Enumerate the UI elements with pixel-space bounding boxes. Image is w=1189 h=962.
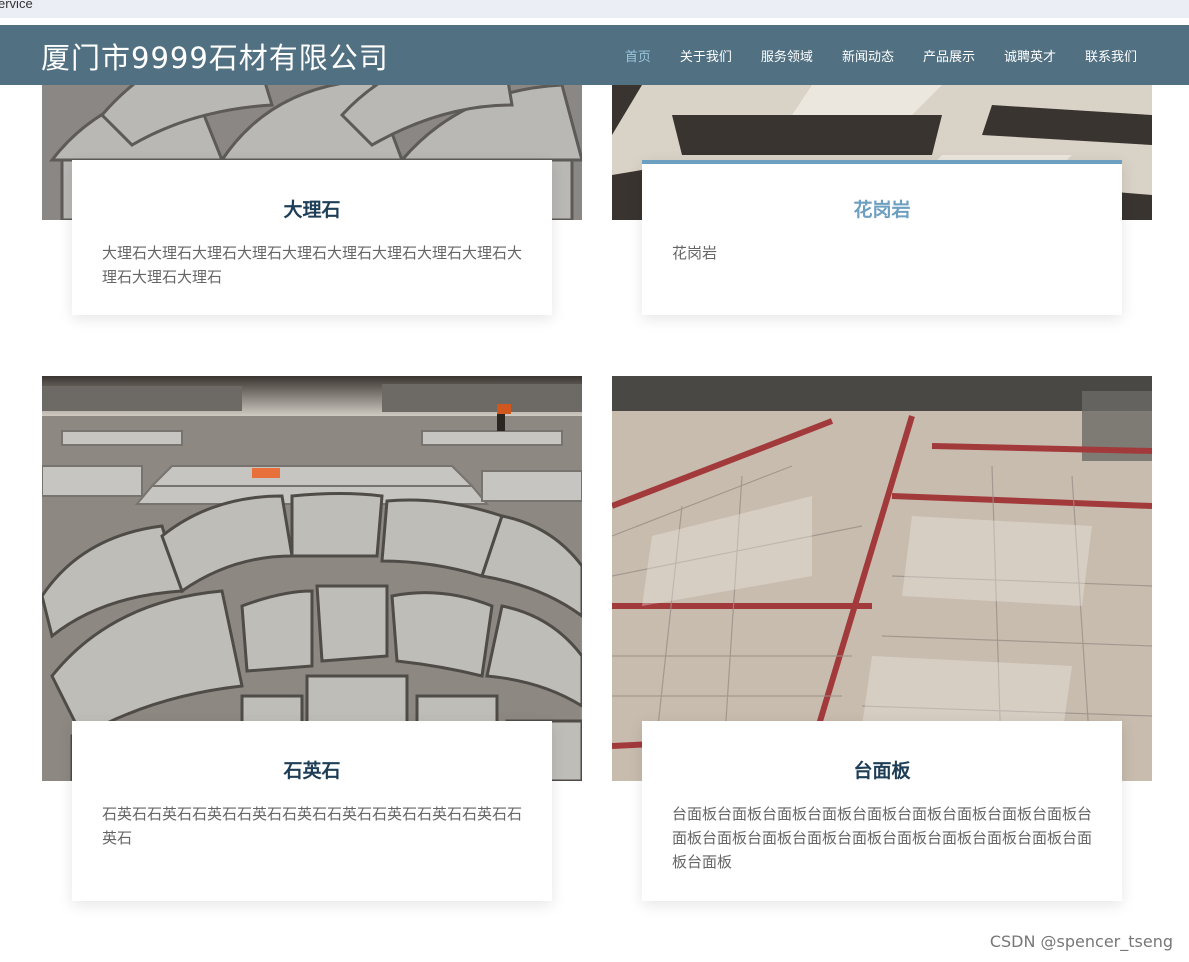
product-title[interactable]: 台面板	[672, 756, 1092, 783]
product-description: 台面板台面板台面板台面板台面板台面板台面板台面板台面板台面板台面板台面板台面板台…	[672, 805, 1093, 871]
product-description: 大理石大理石大理石大理石大理石大理石大理石大理石大理石大理石大理石大理石	[102, 244, 523, 286]
product-title[interactable]: 大理石	[102, 195, 522, 222]
nav-item-about[interactable]: 关于我们	[680, 46, 732, 65]
nav-item-home[interactable]: 首页	[625, 46, 651, 65]
nav-item-products[interactable]: 产品展示	[923, 46, 975, 65]
product-card-countertop[interactable]: 台面板 台面板台面板台面板台面板台面板台面板台面板台面板台面板台面板台面板台面板…	[642, 721, 1122, 901]
product-card-granite[interactable]: 花岗岩 花岗岩	[642, 160, 1122, 315]
nav-menu: 首页 关于我们 服务领域 新闻动态 产品展示 诚聘英才 联系我们	[596, 25, 1137, 85]
main-navbar: 厦门市9999石材有限公司 首页 关于我们 服务领域 新闻动态 产品展示 诚聘英…	[0, 25, 1189, 85]
csdn-watermark: CSDN @spencer_tseng	[989, 932, 1173, 951]
top-strip-text: ervice	[0, 0, 33, 11]
site-brand[interactable]: 厦门市9999石材有限公司	[41, 35, 389, 77]
nav-item-careers[interactable]: 诚聘英才	[1004, 46, 1056, 65]
product-title[interactable]: 花岗岩	[672, 195, 1092, 222]
product-title[interactable]: 石英石	[102, 756, 522, 783]
nav-item-services[interactable]: 服务领域	[761, 46, 813, 65]
top-strip: ervice	[0, 0, 1189, 18]
product-description: 花岗岩	[672, 244, 718, 262]
nav-item-news[interactable]: 新闻动态	[842, 46, 894, 65]
nav-item-contact[interactable]: 联系我们	[1085, 46, 1137, 65]
product-card-marble[interactable]: 大理石 大理石大理石大理石大理石大理石大理石大理石大理石大理石大理石大理石大理石	[72, 160, 552, 315]
product-card-quartz[interactable]: 石英石 石英石石英石石英石石英石石英石石英石石英石石英石石英石石英石	[72, 721, 552, 901]
product-description: 石英石石英石石英石石英石石英石石英石石英石石英石石英石石英石	[102, 805, 523, 847]
